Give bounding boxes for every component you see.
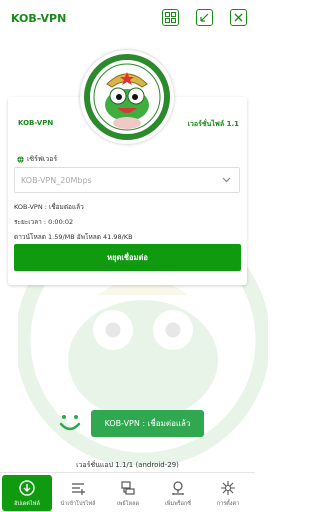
download-icon xyxy=(19,480,35,496)
disconnect-button[interactable]: หยุดเชื่อมต่อ xyxy=(14,244,241,271)
duration-line: ระยะเวลา : 0:00:02 xyxy=(14,218,74,226)
payload-icon xyxy=(121,481,135,495)
mascot-logo-icon xyxy=(84,54,170,140)
traffic-line: ดาวน์โหลด 1.59/MB อัพโหลด 41.98/KB xyxy=(14,233,133,241)
nav-label: การตั้งค่า xyxy=(216,501,240,507)
server-label: เซิร์ฟเวอร์ xyxy=(17,154,57,165)
globe-icon xyxy=(17,156,24,163)
chevron-down-icon xyxy=(222,177,231,183)
import-icon xyxy=(72,483,85,495)
server-select[interactable]: KOB-VPN_20Mbps xyxy=(14,167,240,193)
nav-label: เพย์โหลด xyxy=(116,501,140,507)
app-version: เวอร์ชั่นแอป 1.1/1 (android-29) xyxy=(76,461,179,469)
top-bar: KOB-VPN xyxy=(0,0,255,38)
nav-label: อัปเดตไฟล์ xyxy=(14,501,40,507)
close-icon[interactable] xyxy=(230,9,247,26)
bottom-nav: อัปเดตไฟล์ นำเข้าโปรไฟล์ เพย์โหลด เพิ่มพ… xyxy=(0,472,255,512)
nav-settings[interactable]: การตั้งค่า xyxy=(203,475,253,511)
proxy-icon xyxy=(172,481,184,495)
connection-status-line: KOB-VPN : เชื่อมต่อแล้ว xyxy=(14,203,84,211)
app-title: KOB-VPN xyxy=(11,12,67,25)
settings-icon xyxy=(221,481,235,495)
app-logo xyxy=(80,50,174,144)
smile-icon xyxy=(59,415,81,431)
server-select-value: KOB-VPN_20Mbps xyxy=(21,176,92,185)
resize-icon[interactable] xyxy=(196,9,213,26)
file-version: เวอร์ชั่นไฟล์ 1.1 xyxy=(187,120,239,128)
nav-label: นำเข้าโปรไฟล์ xyxy=(60,501,96,507)
grid-icon[interactable] xyxy=(162,9,179,26)
nav-label: เพิ่มพร็อกซี่ xyxy=(164,501,192,507)
server-label-text: เซิร์ฟเวอร์ xyxy=(27,155,58,163)
nav-update-file[interactable]: อัปเดตไฟล์ xyxy=(2,475,52,511)
card-app-name: KOB-VPN xyxy=(18,119,54,127)
nav-payload[interactable]: เพย์โหลด xyxy=(103,475,153,511)
status-badge: KOB-VPN : เชื่อมต่อแล้ว xyxy=(91,410,204,437)
nav-add-proxy[interactable]: เพิ่มพร็อกซี่ xyxy=(153,475,203,511)
nav-import-profile[interactable]: นำเข้าโปรไฟล์ xyxy=(53,475,103,511)
